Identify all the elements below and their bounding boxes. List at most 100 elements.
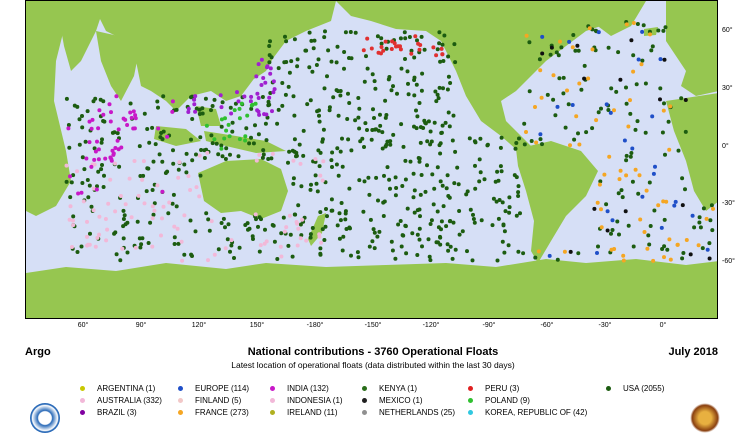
float-marker	[247, 141, 252, 146]
float-marker	[153, 142, 158, 147]
float-marker	[609, 231, 613, 236]
float-marker	[190, 158, 195, 163]
float-marker	[398, 36, 403, 41]
float-marker	[146, 241, 151, 245]
float-marker	[393, 175, 398, 180]
float-marker	[576, 48, 581, 53]
float-marker	[495, 258, 500, 263]
float-marker	[206, 217, 211, 222]
float-marker	[457, 209, 462, 213]
float-marker	[67, 217, 72, 222]
float-marker	[518, 211, 522, 216]
float-marker	[262, 241, 267, 246]
float-marker	[658, 86, 663, 91]
float-marker	[575, 43, 580, 48]
float-marker	[323, 29, 327, 34]
legend-item: INDONESIA (1)	[270, 396, 343, 405]
float-marker	[572, 137, 577, 142]
float-marker	[537, 57, 542, 62]
float-marker	[507, 205, 512, 210]
float-marker	[89, 126, 94, 131]
float-marker	[512, 173, 517, 178]
float-marker	[309, 182, 313, 187]
float-marker	[96, 169, 101, 174]
float-marker	[701, 206, 706, 211]
lon-label-150w: -150°	[364, 322, 382, 329]
float-marker	[448, 81, 453, 85]
float-marker	[383, 115, 388, 120]
float-marker	[64, 163, 69, 168]
float-marker	[378, 123, 383, 128]
float-marker	[517, 136, 521, 141]
float-marker	[419, 34, 424, 39]
float-marker	[646, 233, 651, 238]
float-marker	[212, 252, 217, 257]
float-marker	[160, 159, 165, 164]
float-marker	[577, 142, 582, 147]
legend-item: AUSTRALIA (332)	[80, 396, 162, 405]
float-marker	[383, 39, 388, 44]
float-marker	[498, 145, 503, 150]
float-marker	[640, 58, 645, 63]
float-marker	[236, 154, 241, 159]
float-marker	[321, 159, 326, 164]
float-marker	[301, 128, 306, 133]
lon-label-120w: -120°	[422, 322, 440, 329]
float-marker	[667, 237, 672, 242]
float-marker	[292, 212, 297, 217]
float-marker	[357, 126, 362, 131]
float-marker	[549, 45, 554, 50]
float-marker	[448, 244, 453, 249]
float-marker	[473, 163, 477, 168]
float-marker	[237, 116, 242, 121]
float-marker	[403, 177, 408, 182]
float-marker	[108, 119, 113, 124]
float-marker	[291, 176, 296, 181]
float-marker	[659, 225, 664, 230]
float-marker	[271, 90, 276, 95]
legend-label: POLAND (9)	[485, 396, 530, 405]
float-marker	[150, 188, 155, 192]
legend-item: ARGENTINA (1)	[80, 384, 155, 393]
float-marker	[643, 130, 648, 135]
float-marker	[435, 92, 440, 97]
float-marker	[118, 258, 123, 263]
float-marker	[412, 93, 417, 98]
float-marker	[434, 53, 439, 58]
float-marker	[495, 169, 500, 174]
float-marker	[197, 194, 202, 199]
float-marker	[577, 81, 582, 86]
float-marker	[166, 211, 171, 216]
float-marker	[174, 204, 179, 209]
float-marker	[539, 95, 544, 100]
float-marker	[110, 148, 115, 153]
float-marker	[376, 50, 381, 55]
float-marker	[514, 141, 519, 145]
float-marker	[398, 219, 403, 223]
float-marker	[503, 209, 508, 214]
lon-label-0: 0°	[659, 322, 667, 329]
float-marker	[663, 152, 667, 157]
float-marker	[582, 76, 587, 81]
legend-dot	[362, 398, 367, 403]
float-marker	[76, 191, 81, 196]
float-marker	[571, 33, 576, 37]
float-marker	[633, 127, 638, 132]
float-marker	[340, 136, 344, 141]
float-marker	[347, 225, 352, 230]
float-marker	[193, 109, 198, 114]
legend-label: EUROPE (114)	[195, 384, 250, 393]
float-marker	[348, 30, 353, 34]
float-marker	[372, 116, 376, 120]
float-marker	[400, 184, 405, 188]
float-marker	[401, 144, 406, 149]
float-marker	[432, 186, 437, 191]
legend-dot	[178, 386, 183, 391]
float-marker	[710, 228, 715, 233]
float-marker	[645, 246, 650, 251]
float-marker	[102, 173, 106, 178]
float-marker	[649, 48, 654, 53]
float-marker	[624, 85, 628, 90]
float-marker	[343, 30, 348, 35]
float-marker	[323, 224, 328, 229]
